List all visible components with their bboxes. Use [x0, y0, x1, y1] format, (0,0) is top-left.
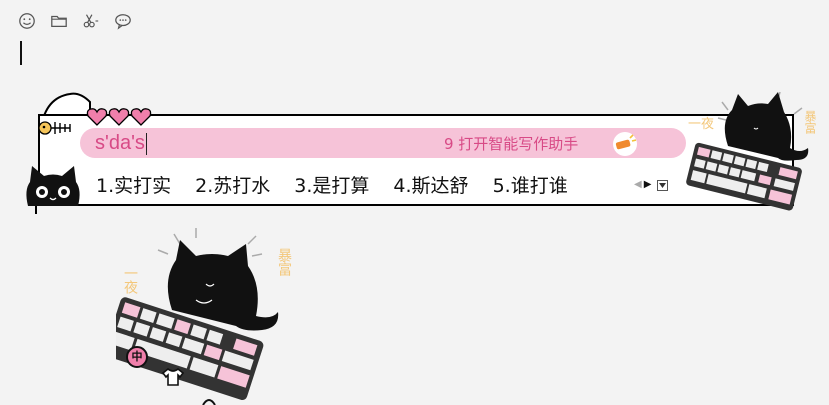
black-cat-face-icon — [26, 166, 80, 206]
composition-caret — [145, 132, 147, 155]
folder-button[interactable] — [48, 10, 70, 32]
cat-keyboard-sticker: 一夜 暴富 — [686, 91, 817, 211]
writing-assistant-link[interactable]: 9 打开智能写作助手 — [444, 133, 578, 155]
candidate-pager: ◀ ▶ — [634, 179, 669, 191]
sticker-text-right-top: 暴富 — [803, 110, 817, 135]
prev-page-icon[interactable]: ◀ — [634, 179, 642, 191]
emoji-icon — [19, 13, 35, 29]
scissors-icon — [83, 14, 99, 28]
fishbone-icon — [38, 121, 71, 135]
composition-bar — [80, 128, 686, 158]
hearts-decoration — [86, 108, 152, 126]
composition-pinyin: s'da's — [95, 132, 145, 154]
candidate-list: 1.实打实 2.苏打水 3.是打算 4.斯达舒 5.谁打谁 — [96, 172, 592, 200]
chevron-down-icon — [659, 182, 667, 188]
candidate-5[interactable]: 5.谁打谁 — [493, 173, 568, 199]
ime-mode-badge[interactable]: 中 — [126, 346, 148, 368]
writing-assistant-icon[interactable] — [612, 131, 638, 157]
sticker-text-left: 一夜 — [122, 266, 138, 294]
candidate-2[interactable]: 2.苏打水 — [195, 173, 270, 199]
chat-bubble-button[interactable] — [112, 10, 134, 32]
expand-candidates-button[interactable] — [657, 179, 669, 191]
candidate-3[interactable]: 3.是打算 — [294, 173, 369, 199]
candidate-1[interactable]: 1.实打实 — [96, 173, 171, 199]
next-page-icon[interactable]: ▶ — [644, 179, 652, 191]
chat-toolbar — [16, 10, 134, 32]
settings-partial-icon[interactable] — [202, 398, 216, 405]
text-input-caret[interactable] — [20, 41, 22, 65]
emoji-button[interactable] — [16, 10, 38, 32]
chat-bubble-icon — [115, 14, 131, 30]
screenshot-button[interactable] — [80, 10, 102, 32]
sticker-text-right: 暴富 — [276, 248, 292, 276]
candidate-4[interactable]: 4.斯达舒 — [393, 173, 468, 199]
skin-shirt-icon[interactable] — [162, 368, 184, 386]
folder-icon — [51, 15, 67, 28]
ime-status-bar: 中 — [126, 346, 216, 405]
composition-text[interactable]: s'da's — [95, 131, 147, 155]
sticker-text-left-top: 一夜 — [688, 117, 714, 132]
